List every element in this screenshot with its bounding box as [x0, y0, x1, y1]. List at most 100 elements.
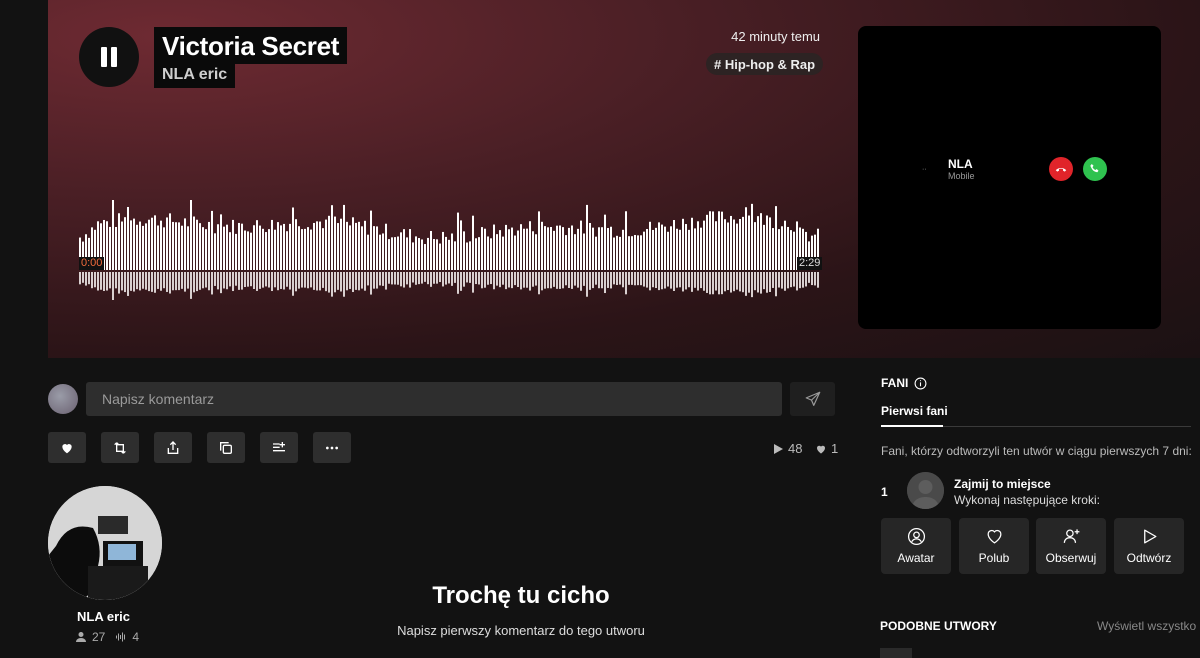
- waveform-bar: [376, 226, 378, 270]
- waveform-bar: [184, 218, 186, 270]
- waveform-reflection-bar: [493, 272, 495, 290]
- tab-first-fans[interactable]: Pierwsi fani: [881, 404, 948, 418]
- waveform-reflection-bar: [235, 272, 237, 286]
- waveform-reflection-bar: [151, 272, 153, 292]
- waveform-reflection-bar: [232, 272, 234, 292]
- waveform-reflection-bar: [436, 272, 438, 284]
- track-artist[interactable]: NLA eric: [154, 64, 236, 88]
- waveform-bar: [127, 206, 129, 270]
- waveform-reflection-bar: [772, 272, 774, 288]
- add-to-playlist-button[interactable]: [260, 432, 298, 463]
- waveform-bar: [367, 234, 369, 270]
- waveform-reflection-bar: [556, 272, 558, 289]
- waveform-bar: [619, 236, 621, 270]
- waveform-reflection-bar: [607, 272, 609, 288]
- artist-name[interactable]: NLA eric: [77, 609, 130, 624]
- waveform-reflection-bar: [154, 272, 156, 293]
- repost-button[interactable]: [101, 432, 139, 463]
- waveform-bar: [436, 239, 438, 270]
- waveform-reflection-bar: [739, 272, 741, 292]
- show-all-link[interactable]: Wyświetl wszystko: [1097, 619, 1196, 633]
- similar-track-thumbnail[interactable]: [880, 648, 912, 658]
- waveform-reflection-bar: [103, 272, 105, 292]
- waveform-bar: [661, 224, 663, 270]
- waveform-bar: [388, 239, 390, 270]
- waveform-bar: [538, 211, 540, 270]
- waveform-reflection-bar: [793, 272, 795, 287]
- share-button[interactable]: [154, 432, 192, 463]
- waveform-bar: [781, 226, 783, 270]
- waveform-reflection-bar: [346, 272, 348, 291]
- fan-action-play[interactable]: Odtwórz: [1114, 518, 1184, 574]
- waveform-reflection-bar: [625, 272, 627, 295]
- current-time: 0:00: [79, 257, 105, 270]
- left-strip: [0, 0, 48, 654]
- waveform-reflection-bar: [514, 272, 516, 286]
- waveform-reflection-bar: [136, 272, 138, 290]
- fan-action-like[interactable]: Polub: [959, 518, 1029, 574]
- fan-action-follow[interactable]: Obserwuj: [1036, 518, 1106, 574]
- info-icon[interactable]: [914, 377, 927, 390]
- waveform-reflection-bar: [277, 272, 279, 291]
- waveform-reflection-bar: [481, 272, 483, 289]
- video-preview[interactable]: [858, 26, 1161, 329]
- waveform-bar: [124, 217, 126, 270]
- waveform-bar: [280, 225, 282, 270]
- waveform-bar: [760, 213, 762, 270]
- waveform-bar: [475, 238, 477, 270]
- waveform-reflection-bar: [688, 272, 690, 288]
- waveform-bar: [400, 232, 402, 270]
- waveform-bar: [478, 237, 480, 270]
- play-count-icon: [774, 443, 783, 454]
- waveform-bar: [457, 212, 459, 270]
- waveform-bar: [739, 219, 741, 270]
- comment-input[interactable]: [86, 382, 782, 416]
- waveform-bar: [754, 222, 756, 270]
- waveform-reflection-bar: [322, 272, 324, 288]
- waveform-reflection-bar: [271, 272, 273, 292]
- waveform-reflection-bar: [241, 272, 243, 290]
- pause-button[interactable]: [79, 27, 139, 87]
- waveform-reflection-bar: [712, 272, 714, 295]
- waveform-reflection-bar: [766, 272, 768, 293]
- waveform-reflection-bar: [613, 272, 615, 285]
- more-options-button[interactable]: [313, 432, 351, 463]
- waveform-reflection-bar: [757, 272, 759, 293]
- waveform-reflection-bar: [355, 272, 357, 290]
- waveform-reflection-bar: [583, 272, 585, 286]
- tracks-count: 4: [132, 630, 140, 644]
- waveform-bar: [145, 223, 147, 270]
- waveform-reflection-bar: [652, 272, 654, 288]
- waveform-reflection-bar: [112, 272, 114, 300]
- waveform-reflection-bar: [523, 272, 525, 288]
- send-comment-button[interactable]: [790, 382, 835, 416]
- waveform-bar: [151, 217, 153, 270]
- artist-avatar[interactable]: [48, 486, 162, 600]
- waveform-reflection-bar: [508, 272, 510, 288]
- copy-link-button[interactable]: [207, 432, 245, 463]
- waveform-reflection-bar: [751, 272, 753, 298]
- fan-action-avatar[interactable]: Awatar: [881, 518, 951, 574]
- waveform-reflection-bar: [550, 272, 552, 289]
- like-button[interactable]: [48, 432, 86, 463]
- upload-time: 42 minuty temu: [731, 29, 820, 44]
- waveform-reflection-bar: [790, 272, 792, 288]
- waveform[interactable]: [79, 200, 821, 300]
- waveform-bar: [766, 215, 768, 270]
- waveform-reflection-bar: [478, 272, 480, 285]
- waveform-reflection-bar: [85, 272, 87, 286]
- waveform-reflection-bar: [394, 272, 396, 285]
- waveform-bar: [556, 225, 558, 270]
- waveform-bar: [112, 200, 114, 270]
- waveform-reflection-bar: [400, 272, 402, 287]
- waveform-reflection-bar: [460, 272, 462, 291]
- genre-tag[interactable]: # Hip-hop & Rap: [706, 53, 824, 75]
- waveform-bar: [523, 228, 525, 270]
- waveform-reflection-bar: [604, 272, 606, 294]
- waveform-reflection-bar: [760, 272, 762, 294]
- waveform-bar: [673, 220, 675, 270]
- track-title[interactable]: Victoria Secret: [154, 27, 348, 64]
- waveform-reflection-bar: [646, 272, 648, 288]
- waveform-bar: [265, 232, 267, 270]
- waveform-bar: [487, 236, 489, 270]
